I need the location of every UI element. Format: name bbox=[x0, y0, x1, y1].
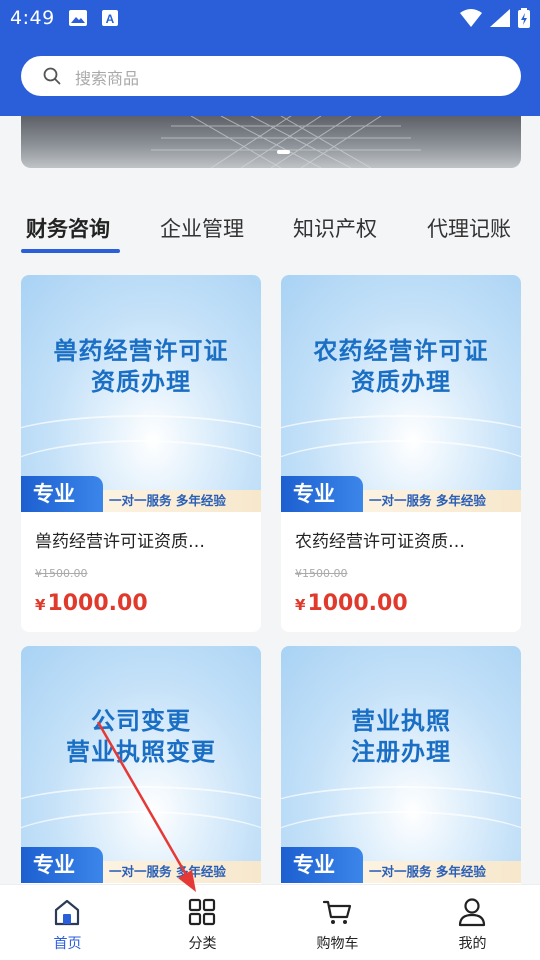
product-image: 兽药经营许可证 资质办理 一对一服务 多年经验 专业 bbox=[21, 275, 261, 512]
nav-category-label: 分类 bbox=[188, 936, 217, 952]
user-icon bbox=[458, 898, 486, 927]
product-card[interactable]: 营业执照 注册办理 一对一服务 多年经验 专业 bbox=[281, 646, 521, 884]
sale-price: ¥1000.00 bbox=[35, 591, 148, 616]
image-tagline: 一对一服务 多年经验 bbox=[99, 490, 261, 512]
grid-icon bbox=[188, 898, 216, 926]
price-value: 1000.00 bbox=[307, 591, 408, 616]
image-title-line2: 注册办理 bbox=[351, 738, 451, 766]
nav-category[interactable]: 分类 bbox=[135, 885, 270, 960]
nav-home[interactable]: 首页 bbox=[0, 885, 135, 960]
product-name: 兽药经营许可证资质… bbox=[35, 532, 205, 552]
font-icon: A bbox=[102, 10, 118, 26]
product-image: 农药经营许可证 资质办理 一对一服务 多年经验 专业 bbox=[281, 275, 521, 512]
image-title-line1: 公司变更 bbox=[91, 707, 191, 735]
image-tagline: 一对一服务 多年经验 bbox=[99, 861, 261, 883]
image-title-line2: 资质办理 bbox=[351, 368, 451, 396]
nav-profile-label: 我的 bbox=[458, 936, 487, 952]
product-card[interactable]: 兽药经营许可证 资质办理 一对一服务 多年经验 专业 兽药经营许可证资质… ¥1… bbox=[21, 275, 261, 632]
status-time: 4:49 bbox=[10, 7, 55, 29]
tab-bookkeeping[interactable]: 代理记账 bbox=[427, 213, 511, 243]
tab-ip[interactable]: 知识产权 bbox=[293, 213, 377, 243]
original-price: ¥1500.00 bbox=[35, 567, 88, 580]
image-icon bbox=[69, 10, 87, 26]
image-title-line2: 资质办理 bbox=[91, 368, 191, 396]
cart-icon bbox=[322, 900, 352, 924]
image-title-line1: 农药经营许可证 bbox=[313, 337, 489, 365]
image-title-line1: 兽药经营许可证 bbox=[53, 337, 229, 365]
svg-text:A: A bbox=[106, 12, 115, 26]
product-image: 公司变更 营业执照变更 一对一服务 多年经验 专业 bbox=[21, 646, 261, 883]
header-bar: 4:49 A 搜索商品 bbox=[0, 0, 540, 116]
wifi-icon bbox=[460, 9, 482, 27]
image-badge: 专业 bbox=[21, 476, 103, 512]
product-image: 营业执照 注册办理 一对一服务 多年经验 专业 bbox=[281, 646, 521, 883]
search-bar[interactable]: 搜索商品 bbox=[21, 56, 521, 96]
image-tagline: 一对一服务 多年经验 bbox=[359, 490, 521, 512]
tab-finance[interactable]: 财务咨询 bbox=[26, 213, 110, 243]
image-title-line1: 营业执照 bbox=[351, 707, 451, 735]
original-price: ¥1500.00 bbox=[295, 567, 348, 580]
home-icon bbox=[54, 899, 80, 926]
status-bar: 4:49 A bbox=[0, 0, 540, 38]
product-card[interactable]: 公司变更 营业执照变更 一对一服务 多年经验 专业 bbox=[21, 646, 261, 884]
signal-icon bbox=[490, 9, 510, 27]
nav-home-label: 首页 bbox=[53, 936, 82, 952]
nav-cart-label: 购物车 bbox=[316, 936, 359, 952]
product-name: 农药经营许可证资质… bbox=[295, 532, 465, 552]
tab-enterprise[interactable]: 企业管理 bbox=[160, 213, 244, 243]
category-tabs: 财务咨询 企业管理 知识产权 代理记账 bbox=[0, 205, 540, 265]
bottom-navigation: 首页 分类 购物车 我的 bbox=[0, 884, 540, 960]
banner-carousel[interactable] bbox=[21, 116, 521, 168]
image-tagline: 一对一服务 多年经验 bbox=[359, 861, 521, 883]
product-card[interactable]: 农药经营许可证 资质办理 一对一服务 多年经验 专业 农药经营许可证资质… ¥1… bbox=[281, 275, 521, 632]
active-tab-indicator bbox=[21, 249, 120, 253]
currency-symbol: ¥ bbox=[295, 596, 306, 614]
sale-price: ¥1000.00 bbox=[295, 591, 408, 616]
search-input[interactable]: 搜索商品 bbox=[75, 65, 139, 89]
nav-cart[interactable]: 购物车 bbox=[270, 885, 405, 960]
carousel-indicator[interactable] bbox=[277, 150, 290, 154]
status-icons bbox=[460, 8, 530, 28]
image-badge: 专业 bbox=[21, 847, 103, 883]
banner-image bbox=[151, 116, 421, 168]
currency-symbol: ¥ bbox=[35, 596, 46, 614]
image-badge: 专业 bbox=[281, 847, 363, 883]
image-badge: 专业 bbox=[281, 476, 363, 512]
price-value: 1000.00 bbox=[47, 591, 148, 616]
nav-profile[interactable]: 我的 bbox=[405, 885, 540, 960]
search-icon bbox=[43, 67, 61, 85]
battery-icon bbox=[518, 8, 530, 28]
image-title-line2: 营业执照变更 bbox=[66, 738, 216, 766]
